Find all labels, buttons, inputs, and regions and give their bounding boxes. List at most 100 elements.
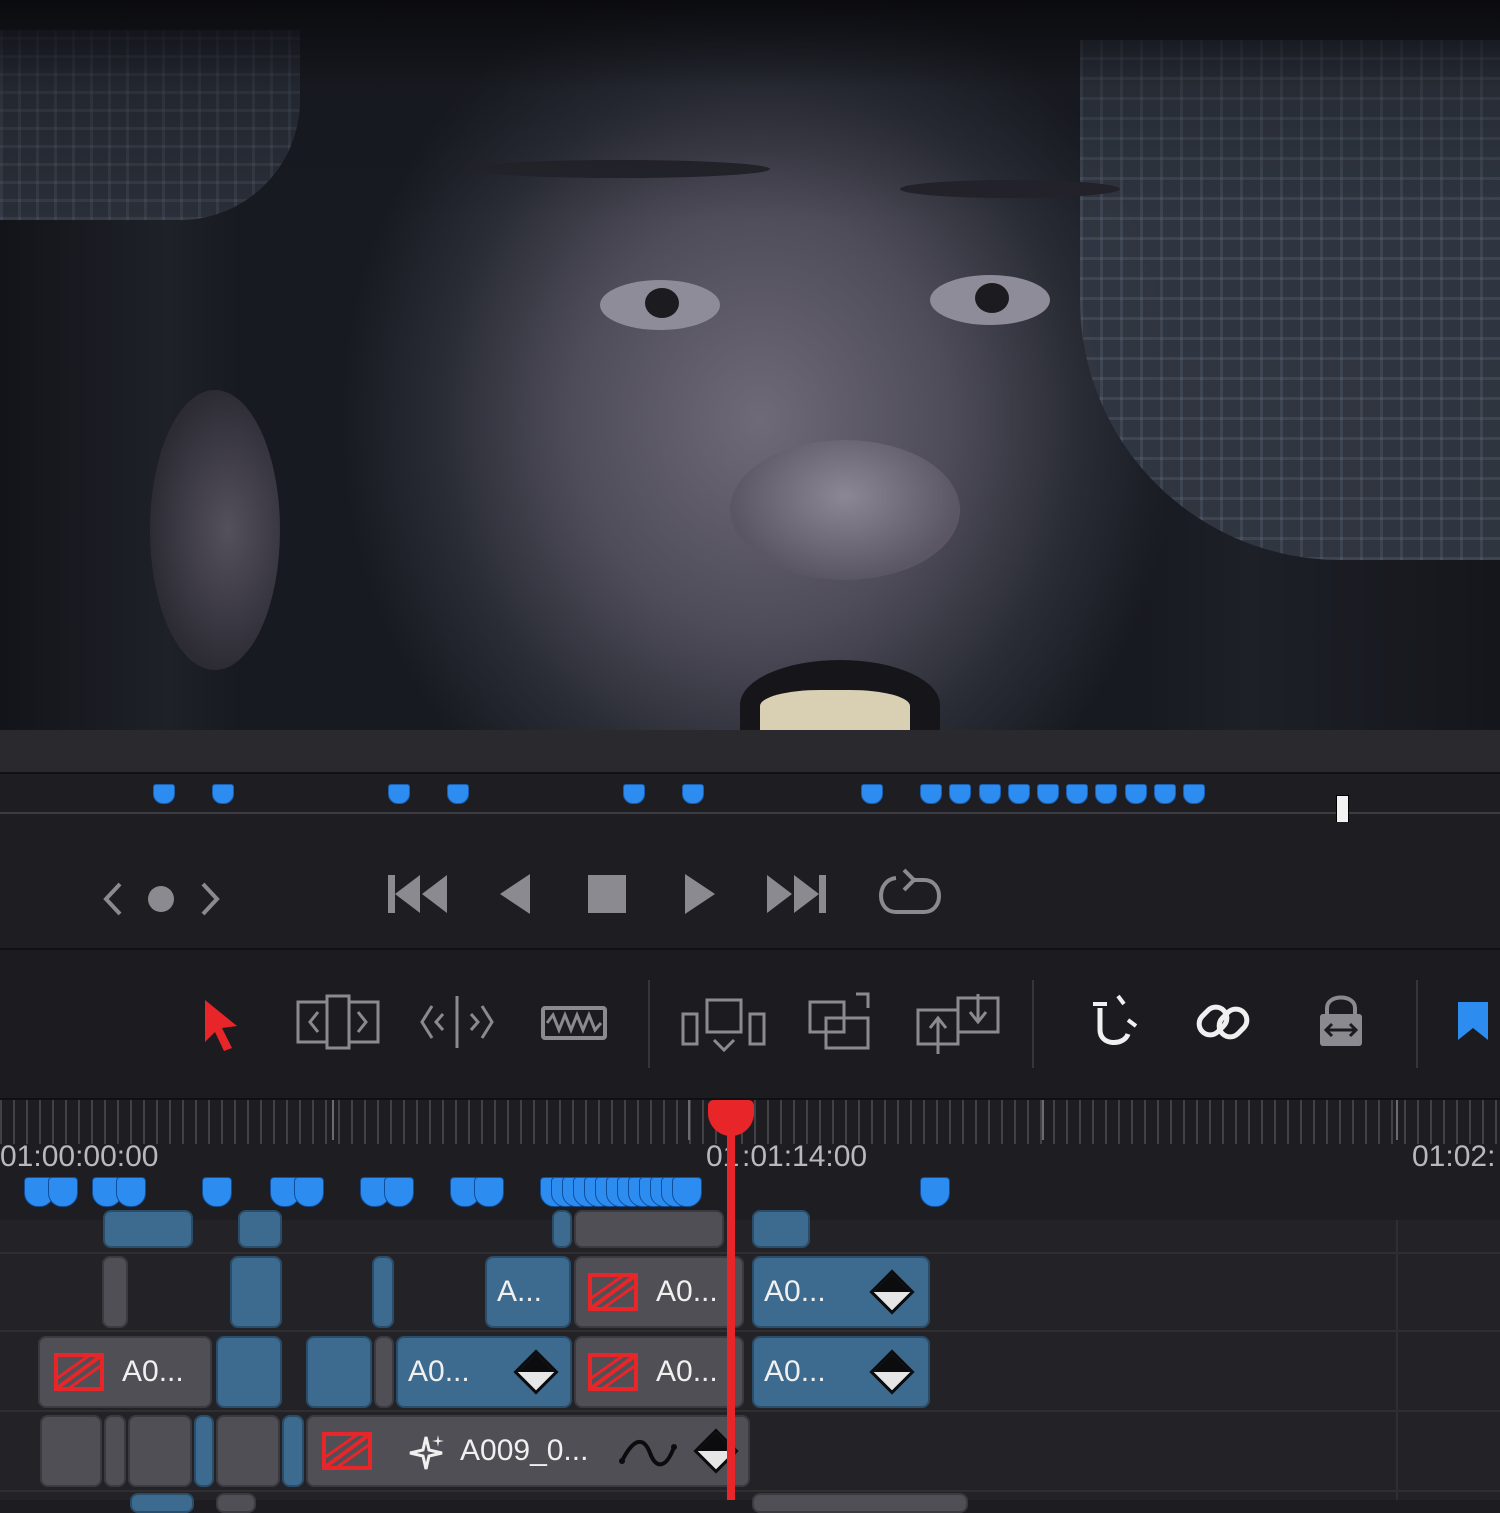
marker-icon[interactable] <box>1037 784 1059 804</box>
marker-icon[interactable] <box>447 784 469 804</box>
timeline-clip[interactable] <box>194 1415 214 1487</box>
marker-icon[interactable] <box>1154 784 1176 804</box>
selection-tool-icon[interactable] <box>205 1000 237 1051</box>
timecode-label: 01:00:00:00 <box>0 1140 159 1173</box>
transport-svg <box>103 868 941 916</box>
effects-sparkle-icon <box>409 1435 444 1470</box>
timeline-clip[interactable] <box>752 1493 968 1513</box>
clip-name: A0... <box>764 1275 826 1308</box>
timeline-clip[interactable]: A... <box>485 1256 571 1328</box>
timeline-clip[interactable] <box>752 1210 810 1248</box>
timeline-clip[interactable] <box>306 1336 372 1408</box>
viewer-top-shade <box>0 0 1500 730</box>
timeline-marker-icon[interactable] <box>474 1177 504 1207</box>
timeline-marker-icon[interactable] <box>384 1177 414 1207</box>
timeline-clip[interactable] <box>216 1336 282 1408</box>
ruler-major-tick <box>1042 1100 1044 1140</box>
overwrite-clip-icon[interactable] <box>808 992 870 1050</box>
linked-selection-icon[interactable] <box>1195 1003 1252 1042</box>
marker-icon[interactable] <box>979 784 1001 804</box>
curve-icon[interactable] <box>618 1433 678 1473</box>
clip-name: A0... <box>656 1355 718 1388</box>
disabled-clip-icon <box>322 1432 372 1470</box>
marker-icon[interactable] <box>1066 784 1088 804</box>
play-reverse-icon[interactable] <box>500 874 530 914</box>
prev-marker-icon[interactable] <box>103 882 122 916</box>
timeline-clip[interactable] <box>372 1256 394 1328</box>
loop-icon[interactable] <box>879 868 941 914</box>
disabled-clip-icon <box>588 1273 638 1311</box>
timeline-clip[interactable]: A0... <box>574 1336 744 1408</box>
replace-clip-icon[interactable] <box>916 994 1000 1054</box>
toolbar-divider <box>1416 980 1418 1068</box>
timeline-clip[interactable] <box>130 1493 194 1513</box>
marker-icon[interactable] <box>1125 784 1147 804</box>
timeline-clip[interactable] <box>374 1336 394 1408</box>
stop-icon[interactable] <box>588 875 626 913</box>
marker-icon[interactable] <box>212 784 234 804</box>
timeline-clip[interactable] <box>40 1415 102 1487</box>
timeline-clip[interactable]: A0... <box>38 1336 212 1408</box>
keyframe-icon[interactable] <box>869 1269 915 1315</box>
timeline-clip[interactable]: A0... <box>752 1336 930 1408</box>
next-marker-icon[interactable] <box>201 882 220 916</box>
timeline-marker-icon[interactable] <box>672 1177 702 1207</box>
timeline-marker-icon[interactable] <box>48 1177 78 1207</box>
timeline-marker-icon[interactable] <box>202 1177 232 1207</box>
toolbar-divider <box>648 980 650 1068</box>
dot-icon[interactable] <box>148 886 174 912</box>
disabled-clip-icon <box>54 1353 104 1391</box>
timeline-clip[interactable]: A009_0... <box>306 1415 750 1487</box>
timeline-clip[interactable] <box>103 1210 193 1248</box>
timeline-playhead-line[interactable] <box>727 1130 735 1500</box>
clip-name: A... <box>497 1275 543 1308</box>
ruler-major-tick <box>332 1100 334 1140</box>
marker-icon[interactable] <box>1095 784 1117 804</box>
trim-edit-icon[interactable] <box>296 994 380 1050</box>
dynamic-trim-icon[interactable] <box>420 996 494 1048</box>
timeline-clip[interactable]: A0... <box>396 1336 572 1408</box>
marker-icon[interactable] <box>153 784 175 804</box>
timeline-clip[interactable] <box>104 1415 126 1487</box>
timeline-clip[interactable] <box>230 1256 282 1328</box>
keyframe-icon[interactable] <box>869 1349 915 1395</box>
marker-icon[interactable] <box>861 784 883 804</box>
marker-icon[interactable] <box>949 784 971 804</box>
marker-icon[interactable] <box>920 784 942 804</box>
clip-name: A009_0... <box>460 1434 589 1467</box>
marker-icon[interactable] <box>388 784 410 804</box>
timeline-clip[interactable]: A0... <box>574 1256 744 1328</box>
clip-name: A0... <box>656 1275 718 1308</box>
marker-icon[interactable] <box>682 784 704 804</box>
timeline-clip[interactable] <box>216 1493 256 1513</box>
timecode-label-part: :01:14:00 <box>742 1140 868 1173</box>
timeline-clip[interactable] <box>128 1415 192 1487</box>
insert-clip-icon[interactable] <box>681 998 766 1053</box>
timeline-clip[interactable] <box>216 1415 280 1487</box>
keyframe-icon[interactable] <box>513 1349 559 1395</box>
marker-icon[interactable] <box>1183 784 1205 804</box>
timeline-marker-icon[interactable] <box>920 1177 950 1207</box>
timeline-clip[interactable] <box>574 1210 724 1248</box>
timeline-clip[interactable] <box>238 1210 282 1248</box>
position-lock-icon[interactable] <box>1320 995 1362 1047</box>
snapping-icon[interactable] <box>1093 994 1138 1045</box>
skip-to-start-icon[interactable] <box>388 875 447 913</box>
flag-icon[interactable] <box>1458 1002 1488 1040</box>
timeline-clip[interactable] <box>102 1256 128 1328</box>
video-viewer[interactable] <box>0 0 1500 730</box>
timeline-marker-icon[interactable] <box>116 1177 146 1207</box>
timeline-clip[interactable] <box>282 1415 304 1487</box>
marker-icon[interactable] <box>623 784 645 804</box>
clip-name: A0... <box>408 1355 470 1388</box>
timeline-clip[interactable]: A0... <box>752 1256 930 1328</box>
play-icon[interactable] <box>685 874 715 914</box>
timeline-clip[interactable] <box>552 1210 572 1248</box>
skip-to-end-icon[interactable] <box>767 875 826 913</box>
marker-icon[interactable] <box>1008 784 1030 804</box>
timeline-marker-icon[interactable] <box>294 1177 324 1207</box>
ruler-major-tick <box>688 1100 690 1140</box>
blade-tool-icon[interactable] <box>541 1006 607 1040</box>
toolbar-svg <box>205 980 1488 1068</box>
clip-name: A0... <box>122 1355 184 1388</box>
